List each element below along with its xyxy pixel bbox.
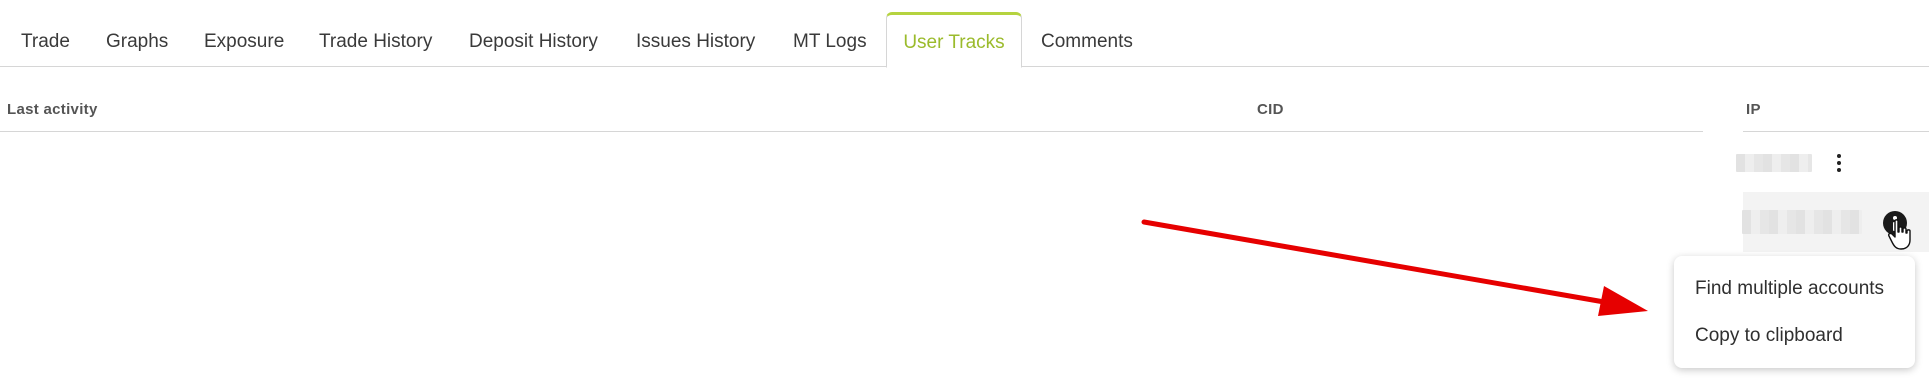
annotation-arrow xyxy=(1141,219,1648,316)
context-menu: Find multiple accounts Copy to clipboard xyxy=(1674,256,1915,368)
tab-deposit-history[interactable]: Deposit History xyxy=(469,12,598,67)
tab-bar: Trade Graphs Exposure Trade History Depo… xyxy=(0,12,1929,68)
tab-exposure[interactable]: Exposure xyxy=(204,12,284,67)
column-header-last-activity[interactable]: Last activity xyxy=(7,101,98,118)
tab-user-tracks[interactable]: User Tracks xyxy=(886,12,1022,68)
tab-mt-logs[interactable]: MT Logs xyxy=(793,12,867,67)
tab-issues-history[interactable]: Issues History xyxy=(636,12,755,67)
column-header-cid[interactable]: CID xyxy=(1257,101,1284,118)
hand-cursor-icon xyxy=(1888,219,1911,250)
ip-value-redacted xyxy=(1736,154,1812,172)
tab-trade-history[interactable]: Trade History xyxy=(319,12,432,67)
header-divider xyxy=(0,131,1703,132)
tab-comments[interactable]: Comments xyxy=(1041,12,1133,67)
header-divider-ip xyxy=(1743,131,1929,132)
column-header-ip[interactable]: IP xyxy=(1746,101,1761,118)
tab-graphs[interactable]: Graphs xyxy=(106,12,168,67)
menu-item-copy-to-clipboard[interactable]: Copy to clipboard xyxy=(1695,325,1843,347)
kebab-menu-icon[interactable] xyxy=(1831,152,1847,174)
menu-item-find-multiple-accounts[interactable]: Find multiple accounts xyxy=(1695,278,1884,300)
tab-trade[interactable]: Trade xyxy=(21,12,70,67)
ip-value-redacted xyxy=(1742,210,1862,234)
